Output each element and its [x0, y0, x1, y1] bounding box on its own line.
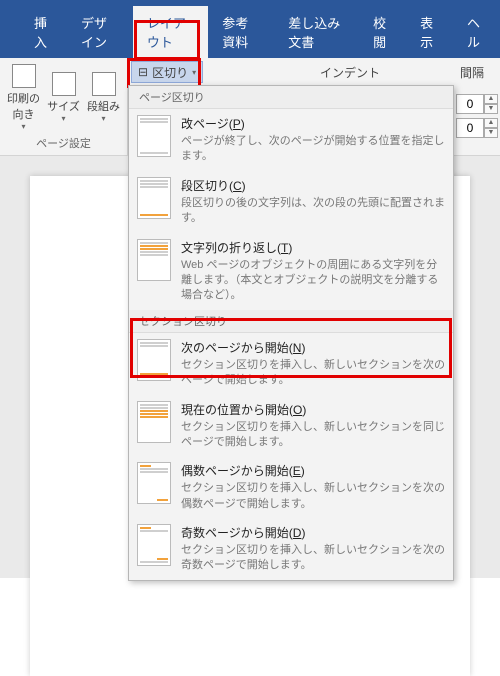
spacing-after-input[interactable]: [456, 118, 484, 138]
page-setup-group: 印刷の 向き ▾ サイズ ▾ 段組み ▾ ページ設定: [0, 58, 128, 155]
page-break-icon: [137, 115, 171, 157]
tab-insert[interactable]: 挿入: [20, 6, 67, 58]
menu-title: 現在の位置から開始(O): [181, 401, 445, 418]
continuous-icon: [137, 401, 171, 443]
tab-mailings[interactable]: 差し込み文書: [274, 6, 359, 58]
tab-view[interactable]: 表示: [406, 6, 453, 58]
size-button[interactable]: サイズ ▾: [45, 72, 83, 123]
breaks-dropdown: ページ区切り 改ページ(P) ページが終了し、次のページが開始する位置を指定しま…: [128, 85, 454, 581]
spin-down[interactable]: ▼: [484, 128, 498, 138]
dropdown-section-header: セクション区切り: [129, 310, 453, 333]
dropdown-section-header: ページ区切り: [129, 86, 453, 109]
menu-title: 文字列の折り返し(T): [181, 239, 445, 256]
columns-label: 段組み: [85, 98, 123, 114]
menu-item-text-wrap[interactable]: 文字列の折り返し(T) Web ページのオブジェクトの周囲にある文字列を分離しま…: [129, 233, 453, 310]
page-setup-group-label: ページ設定: [0, 133, 127, 155]
next-page-icon: [137, 339, 171, 381]
spacing-before-input[interactable]: [456, 94, 484, 114]
column-break-icon: [137, 177, 171, 219]
columns-icon: [92, 72, 116, 96]
menu-desc: セクション区切りを挿入し、新しいセクションを次の奇数ページで開始します。: [181, 543, 445, 574]
orientation-button[interactable]: 印刷の 向き ▾: [5, 64, 43, 131]
ribbon-tabs: 挿入 デザイン レイアウト 参考資料 差し込み文書 校閲 表示 ヘル: [0, 24, 500, 58]
spacing-label: 間隔: [450, 61, 494, 84]
menu-desc: セクション区切りを挿入し、新しいセクションを次の偶数ページで開始します。: [181, 481, 445, 512]
menu-desc: Web ページのオブジェクトの周囲にある文字列を分離します。（本文とオブジェクト…: [181, 258, 445, 304]
breaks-button[interactable]: ⊟ 区切り ▾: [131, 61, 203, 83]
menu-title: 奇数ページから開始(D): [181, 524, 445, 541]
menu-desc: セクション区切りを挿入し、新しいセクションを同じページで開始します。: [181, 420, 445, 451]
orientation-icon: [12, 64, 36, 88]
menu-title: 偶数ページから開始(E): [181, 462, 445, 479]
spin-down[interactable]: ▼: [484, 104, 498, 114]
indent-spacing-labels: インデント 間隔: [310, 61, 500, 84]
chevron-down-icon: ▾: [85, 114, 123, 123]
tab-review[interactable]: 校閲: [359, 6, 406, 58]
menu-title: 改ページ(P): [181, 115, 445, 132]
menu-desc: ページが終了し、次のページが開始する位置を指定します。: [181, 134, 445, 165]
menu-item-odd-page[interactable]: 奇数ページから開始(D) セクション区切りを挿入し、新しいセクションを次の奇数ペ…: [129, 518, 453, 580]
tab-design[interactable]: デザイン: [67, 6, 133, 58]
spin-up[interactable]: ▲: [484, 94, 498, 104]
menu-desc: 段区切りの後の文字列は、次の段の先頭に配置されます。: [181, 196, 445, 227]
chevron-down-icon: ▾: [5, 122, 43, 131]
breaks-icon: ⊟: [138, 65, 148, 79]
odd-page-icon: [137, 524, 171, 566]
tab-help[interactable]: ヘル: [453, 6, 500, 58]
size-icon: [52, 72, 76, 96]
tab-layout[interactable]: レイアウト: [133, 6, 208, 58]
columns-button[interactable]: 段組み ▾: [85, 72, 123, 123]
menu-desc: セクション区切りを挿入し、新しいセクションを次のページで開始します。: [181, 358, 445, 389]
menu-title: 次のページから開始(N): [181, 339, 445, 356]
text-wrap-icon: [137, 239, 171, 281]
orientation-label: 印刷の 向き: [5, 90, 43, 122]
tab-references[interactable]: 参考資料: [208, 6, 274, 58]
menu-item-column-break[interactable]: 段区切り(C) 段区切りの後の文字列は、次の段の先頭に配置されます。: [129, 171, 453, 233]
indent-label: インデント: [310, 61, 390, 84]
even-page-icon: [137, 462, 171, 504]
menu-item-next-page[interactable]: 次のページから開始(N) セクション区切りを挿入し、新しいセクションを次のページ…: [129, 333, 453, 395]
menu-item-even-page[interactable]: 偶数ページから開始(E) セクション区切りを挿入し、新しいセクションを次の偶数ペ…: [129, 456, 453, 518]
menu-item-continuous[interactable]: 現在の位置から開始(O) セクション区切りを挿入し、新しいセクションを同じページ…: [129, 395, 453, 457]
menu-item-page-break[interactable]: 改ページ(P) ページが終了し、次のページが開始する位置を指定します。: [129, 109, 453, 171]
chevron-down-icon: ▾: [45, 114, 83, 123]
chevron-down-icon: ▾: [192, 68, 196, 77]
breaks-button-label: 区切り: [152, 64, 188, 81]
size-label: サイズ: [45, 98, 83, 114]
spin-up[interactable]: ▲: [484, 118, 498, 128]
menu-title: 段区切り(C): [181, 177, 445, 194]
